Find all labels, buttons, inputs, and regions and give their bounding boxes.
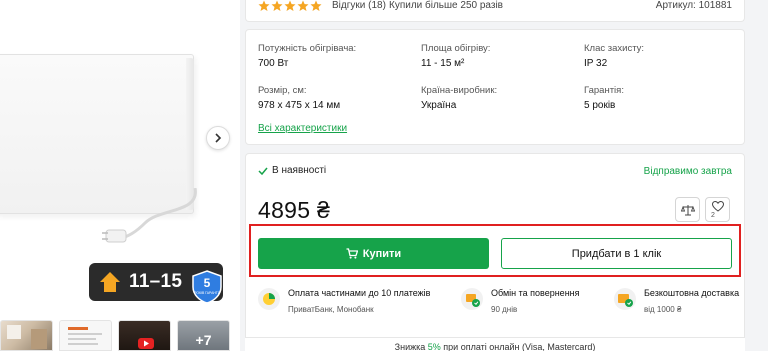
- scales-icon: [680, 204, 695, 215]
- cart-icon: [346, 248, 358, 259]
- product-price: 4895 ₴: [258, 197, 331, 223]
- star-icon: [297, 0, 309, 11]
- discount-percent: 5%: [427, 342, 441, 351]
- spec-warranty: Гарантія: 5 років: [584, 85, 624, 111]
- all-specs-link[interactable]: Всі характеристики: [258, 123, 347, 134]
- perk-subtitle: від 1000 ₴: [644, 305, 682, 314]
- online-discount-banner: Знижка 5% при оплаті онлайн (Visa, Maste…: [245, 337, 745, 351]
- spec-label: Площа обігріву:: [421, 43, 491, 54]
- spec-label: Клас захисту:: [584, 43, 645, 54]
- warranty-text: РОКІВ ГАРАНТІЇ: [194, 291, 220, 295]
- perk-subtitle: ПриватБанк, Монобанк: [288, 305, 374, 314]
- spec-value: 5 років: [584, 100, 616, 111]
- spec-value: 978 х 475 х 14 мм: [258, 100, 341, 111]
- buy-button-label: Купити: [362, 247, 402, 260]
- spec-area: Площа обігріву: 11 - 15 м²: [421, 43, 490, 69]
- installments-icon: [258, 288, 280, 310]
- thumbnail-1[interactable]: [0, 320, 53, 351]
- reviews-link[interactable]: Відгуки (18): [332, 0, 386, 11]
- gallery-thumbnails: +7: [0, 320, 240, 351]
- product-gallery: 11–15 5 РОКІВ ГАРАНТІЇ +7: [0, 0, 240, 351]
- star-icon: [310, 0, 322, 11]
- warranty-years: 5: [204, 276, 211, 290]
- house-icon: [100, 272, 120, 292]
- discount-suffix: при оплаті онлайн (Visa, Mastercard): [440, 342, 596, 351]
- spec-protection: Клас захисту: IP 32: [584, 43, 644, 69]
- play-icon: [138, 338, 154, 349]
- area-label: 11–15: [129, 271, 183, 292]
- star-icon: [258, 0, 270, 11]
- specs-card: Потужність обігрівача: 700 Вт Площа обіг…: [245, 29, 745, 145]
- spec-label: Країна-виробник:: [421, 85, 498, 96]
- wishlist-count: 2: [711, 212, 715, 219]
- spec-label: Потужність обігрівача:: [258, 43, 357, 54]
- wishlist-button[interactable]: [705, 197, 730, 222]
- thumbnail-more[interactable]: +7: [177, 320, 230, 351]
- spec-country: Країна-виробник: Україна: [421, 85, 497, 111]
- perk-subtitle: 90 днів: [491, 305, 518, 314]
- discount-prefix: Знижка: [394, 342, 428, 351]
- gallery-next-button[interactable]: [206, 126, 230, 150]
- stock-label: В наявності: [272, 165, 327, 176]
- compare-button[interactable]: [675, 197, 700, 222]
- spec-value: IP 32: [584, 58, 608, 69]
- stock-status: В наявності: [258, 165, 326, 176]
- exchange-icon: [461, 288, 483, 310]
- perk-delivery: Безкоштовна доставка від 1000 ₴: [614, 288, 739, 314]
- one-click-buy-button[interactable]: Придбати в 1 клік: [501, 238, 732, 269]
- chevron-right-icon: [215, 133, 222, 143]
- thumbnail-video[interactable]: [118, 320, 171, 351]
- sold-count: Купили більше 250 разів: [389, 0, 503, 11]
- purchase-card: В наявності Відправимо завтра 4895 ₴ 2 К…: [245, 153, 745, 351]
- check-icon: [258, 167, 268, 175]
- shipping-info: Відправимо завтра: [643, 166, 732, 177]
- perk-returns: Обмін та повернення 90 днів: [461, 288, 580, 314]
- perk-title: Обмін та повернення: [491, 288, 580, 298]
- power-cord-illustration: [102, 188, 197, 243]
- spec-value: 11 - 15 м²: [421, 58, 465, 69]
- thumbnail-room-scene: [7, 325, 47, 349]
- spec-power: Потужність обігрівача: 700 Вт: [258, 43, 356, 69]
- heart-icon: [711, 201, 724, 212]
- thumbnail-2[interactable]: [59, 320, 112, 351]
- buy-button[interactable]: Купити: [258, 238, 489, 269]
- delivery-icon: [614, 288, 636, 310]
- article-number: Артикул: 101881: [655, 0, 732, 11]
- star-icon: [271, 0, 283, 11]
- spec-label: Гарантія:: [584, 85, 624, 96]
- perk-installments: Оплата частинами до 10 платежів ПриватБа…: [258, 288, 430, 314]
- spec-value: Україна: [421, 100, 457, 111]
- perk-title: Безкоштовна доставка: [644, 288, 740, 298]
- more-photos-count: +7: [195, 332, 212, 348]
- spec-size: Розмір, см: 978 х 475 х 14 мм: [258, 85, 340, 111]
- rating-stars: [258, 0, 322, 12]
- spec-label: Розмір, см:: [258, 85, 307, 96]
- rating-strip: Відгуки (18) Купили більше 250 разів Арт…: [245, 0, 745, 22]
- thumbnail-spec-sheet: [68, 327, 102, 345]
- one-click-label: Придбати в 1 клік: [571, 247, 662, 260]
- perk-title: Оплата частинами до 10 платежів: [288, 288, 431, 298]
- star-icon: [284, 0, 296, 11]
- spec-value: 700 Вт: [258, 58, 289, 69]
- warranty-shield-icon: 5 РОКІВ ГАРАНТІЇ: [192, 270, 222, 304]
